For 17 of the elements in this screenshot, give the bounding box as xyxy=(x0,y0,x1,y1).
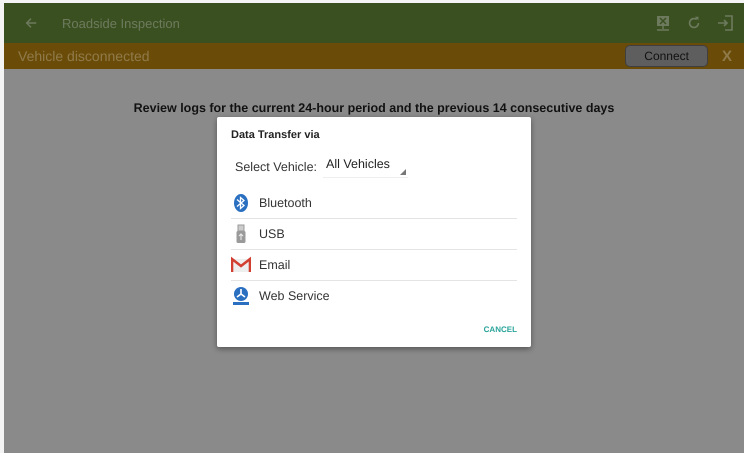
logout-icon[interactable] xyxy=(716,14,734,32)
monitor-x-icon[interactable] xyxy=(654,14,672,32)
vehicle-dropdown[interactable]: All Vehicles xyxy=(323,155,408,178)
transfer-option[interactable]: Web Service xyxy=(231,281,517,311)
bluetooth-icon xyxy=(231,193,251,213)
app-title: Roadside Inspection xyxy=(62,16,180,30)
transfer-option[interactable]: USB xyxy=(231,219,517,250)
back-arrow-icon[interactable] xyxy=(24,16,38,30)
dropdown-triangle-icon xyxy=(400,169,406,175)
transfer-option[interactable]: Email xyxy=(231,250,517,281)
select-vehicle-label: Select Vehicle: xyxy=(235,160,317,174)
gmail-envelope-icon xyxy=(231,255,251,275)
dialog-title: Data Transfer via xyxy=(231,129,321,141)
transfer-option[interactable]: Bluetooth xyxy=(231,188,517,219)
review-logs-heading: Review logs for the current 24-hour period and the previous 14 consecutive days xyxy=(134,101,614,115)
refresh-icon[interactable] xyxy=(686,15,702,31)
banner-message: Vehicle disconnected xyxy=(18,48,150,64)
